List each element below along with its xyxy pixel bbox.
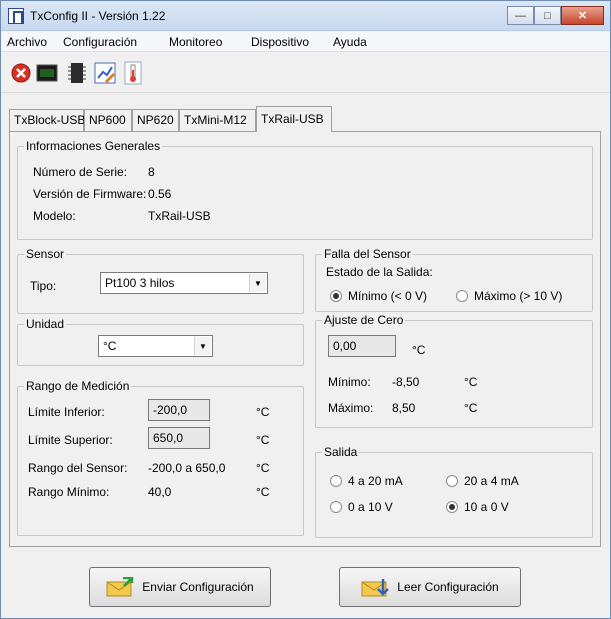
fault-title: Falla del Sensor [322, 247, 413, 261]
fault-min-radio[interactable] [330, 290, 342, 302]
range-title: Rango de Medición [24, 379, 132, 393]
unit-title: Unidad [24, 317, 67, 331]
window-title: TxConfig II - Versión 1.22 [30, 9, 166, 23]
tab-txrail-usb[interactable]: TxRail-USB [256, 106, 332, 132]
sensor-range-value: -200,0 a 650,0 [148, 461, 226, 475]
read-config-label: Leer Configuración [397, 580, 499, 594]
model-value: TxRail-USB [148, 209, 211, 223]
output-10-0-label[interactable]: 10 a 0 V [464, 500, 509, 514]
lower-limit-input[interactable]: -200,0 [148, 399, 210, 421]
chip-icon[interactable] [65, 61, 89, 85]
output-0-10-radio[interactable] [330, 501, 342, 513]
zero-min-label: Mínimo: [328, 375, 371, 389]
zero-min-unit: °C [464, 375, 478, 389]
zero-adjust-input[interactable]: 0,00 [328, 335, 396, 357]
fault-group: Falla del Sensor Estado de la Salida: Mí… [315, 247, 593, 312]
min-range-label: Rango Mínimo: [28, 485, 110, 499]
firmware-label: Versión de Firmware: [33, 187, 147, 201]
tab-txmini-m12[interactable]: TxMini-M12 [179, 109, 256, 131]
chevron-down-icon[interactable]: ▼ [194, 337, 211, 355]
fault-max-label[interactable]: Máximo (> 10 V) [474, 289, 562, 303]
tab-np600[interactable]: NP600 [84, 109, 132, 131]
app-icon [8, 8, 24, 24]
min-range-unit: °C [256, 485, 270, 499]
minimize-button[interactable]: — [507, 6, 534, 25]
unit-select[interactable]: °C ▼ [98, 335, 213, 357]
serial-label: Número de Serie: [33, 165, 128, 179]
app-window: TxConfig II - Versión 1.22 — □ ✕ Archivo… [0, 0, 611, 619]
thermometer-icon[interactable] [121, 61, 145, 85]
sensor-type-select[interactable]: Pt100 3 hilos ▼ [100, 272, 268, 294]
chevron-down-icon[interactable]: ▼ [249, 274, 266, 292]
output-state-label: Estado de la Salida: [326, 265, 433, 279]
menu-archivo[interactable]: Archivo [7, 35, 47, 49]
output-0-10-label[interactable]: 0 a 10 V [348, 500, 393, 514]
tab-np620[interactable]: NP620 [132, 109, 179, 131]
zero-max-value: 8,50 [392, 401, 416, 415]
output-20-4-label[interactable]: 20 a 4 mA [464, 474, 519, 488]
range-group: Rango de Medición Límite Inferior: -200,… [17, 379, 304, 536]
zero-title: Ajuste de Cero [322, 313, 406, 327]
zero-min-value: -8,50 [392, 375, 420, 389]
send-config-button[interactable]: Enviar Configuración [89, 567, 271, 607]
toolbar [1, 53, 610, 93]
output-4-20-label[interactable]: 4 a 20 mA [348, 474, 403, 488]
menu-monitoreo[interactable]: Monitoreo [169, 35, 222, 49]
menu-dispositivo[interactable]: Dispositivo [251, 35, 309, 49]
fault-min-label[interactable]: Mínimo (< 0 V) [348, 289, 427, 303]
zero-max-unit: °C [464, 401, 478, 415]
send-config-label: Enviar Configuración [142, 580, 254, 594]
title-bar[interactable]: TxConfig II - Versión 1.22 — □ ✕ [1, 1, 610, 31]
maximize-button[interactable]: □ [534, 6, 561, 25]
close-button[interactable]: ✕ [561, 6, 604, 25]
sensor-range-label: Rango del Sensor: [28, 461, 128, 475]
firmware-value: 0.56 [148, 187, 172, 201]
sensor-type-label: Tipo: [30, 279, 57, 293]
unit-value: °C [103, 339, 117, 353]
zero-max-label: Máximo: [328, 401, 374, 415]
stop-icon[interactable] [9, 61, 33, 85]
tab-txblock-usb[interactable]: TxBlock-USB [9, 109, 85, 131]
read-config-button[interactable]: Leer Configuración [339, 567, 521, 607]
info-title: Informaciones Generales [24, 139, 163, 153]
zero-unit: °C [412, 343, 426, 357]
menu-bar: Archivo Configuración Monitoreo Disposit… [1, 32, 610, 52]
min-range-value: 40,0 [148, 485, 172, 499]
lower-unit: °C [256, 405, 270, 419]
output-4-20-radio[interactable] [330, 475, 342, 487]
output-group: Salida 4 a 20 mA 20 a 4 mA 0 a 10 V 10 a… [315, 445, 593, 538]
output-10-0-radio[interactable] [446, 501, 458, 513]
lower-label: Límite Inferior: [28, 405, 105, 419]
display-icon[interactable] [35, 61, 59, 85]
sensor-title: Sensor [24, 247, 67, 261]
envelope-receive-icon [361, 579, 390, 597]
output-title: Salida [322, 445, 360, 459]
unit-group: Unidad °C ▼ [17, 317, 304, 366]
sensor-type-value: Pt100 3 hilos [105, 276, 175, 290]
menu-ayuda[interactable]: Ayuda [333, 35, 367, 49]
model-label: Modelo: [33, 209, 76, 223]
menu-configuracion[interactable]: Configuración [63, 35, 137, 49]
sensor-range-unit: °C [256, 461, 270, 475]
output-20-4-radio[interactable] [446, 475, 458, 487]
upper-unit: °C [256, 433, 270, 447]
serial-value: 8 [148, 165, 155, 179]
tab-panel: Informaciones Generales Número de Serie:… [9, 131, 601, 547]
info-group: Informaciones Generales Número de Serie:… [17, 139, 593, 240]
fault-max-radio[interactable] [456, 290, 468, 302]
chart-icon[interactable] [93, 61, 117, 85]
envelope-send-icon [106, 577, 134, 597]
upper-limit-input[interactable]: 650,0 [148, 427, 210, 449]
upper-label: Límite Superior: [28, 433, 113, 447]
zero-group: Ajuste de Cero 0,00 °C Mínimo: -8,50 °C … [315, 313, 593, 428]
sensor-group: Sensor Tipo: Pt100 3 hilos ▼ [17, 247, 304, 314]
